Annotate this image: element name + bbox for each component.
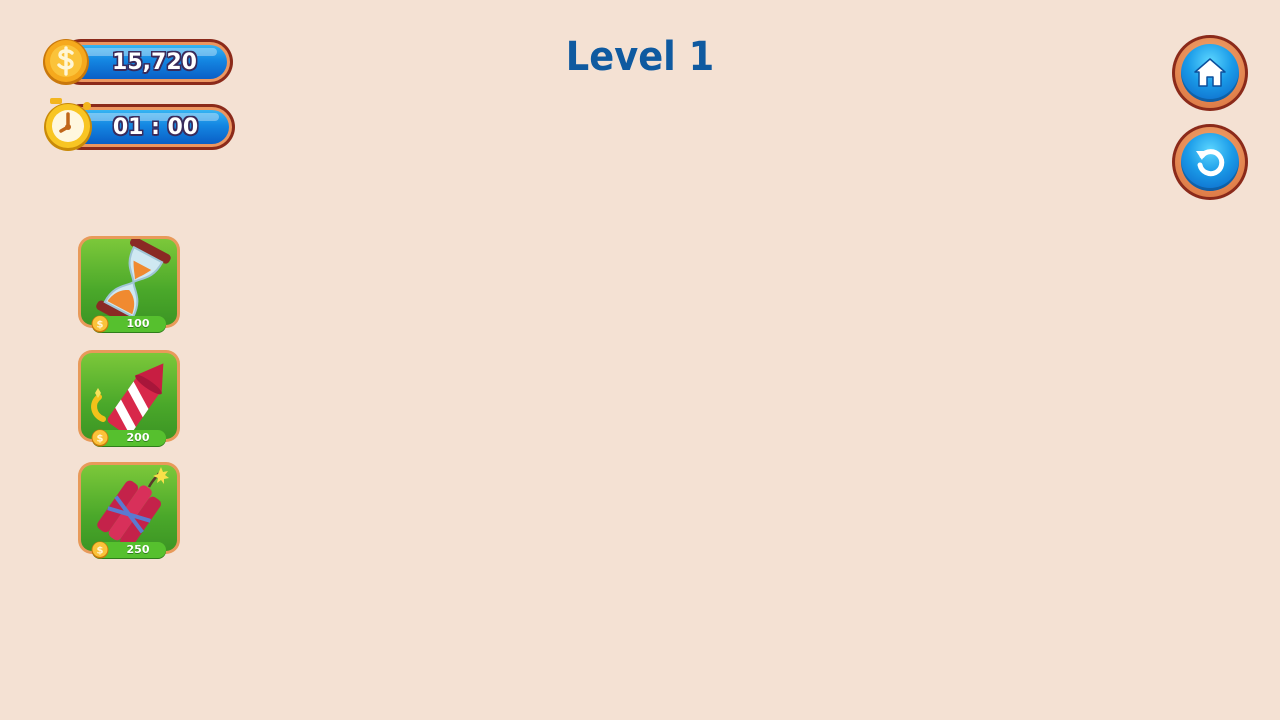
coin-icon: $ [91,429,109,447]
rocket-icon [91,363,164,436]
coin-icon: $ [91,315,109,333]
restart-button[interactable] [1172,124,1248,200]
home-icon [1194,58,1226,87]
stopwatch-icon [44,98,92,151]
price-tag: $ 250 [91,541,166,559]
price-tag: $ 100 [91,315,166,333]
price-value: 100 [126,317,150,330]
dynamite-icon [97,467,169,549]
price-value: 250 [126,543,150,556]
svg-text:$: $ [97,546,104,557]
timer-text: 01 : 00 [112,114,199,140]
home-button[interactable] [1172,35,1248,111]
price-tag: $ 200 [91,429,166,447]
coin-icon [43,39,89,85]
hourglass-icon [96,239,171,325]
coin-count: 15,720 [112,49,197,75]
svg-text:$: $ [97,320,104,331]
booster-dynamite[interactable]: $ 250 [78,462,180,560]
restart-icon [1196,149,1225,177]
svg-text:$: $ [97,434,104,445]
booster-hourglass[interactable]: $ 100 [78,236,180,334]
price-value: 200 [126,431,150,444]
booster-rocket[interactable]: $ 200 [78,350,180,448]
coin-icon: $ [91,541,109,559]
